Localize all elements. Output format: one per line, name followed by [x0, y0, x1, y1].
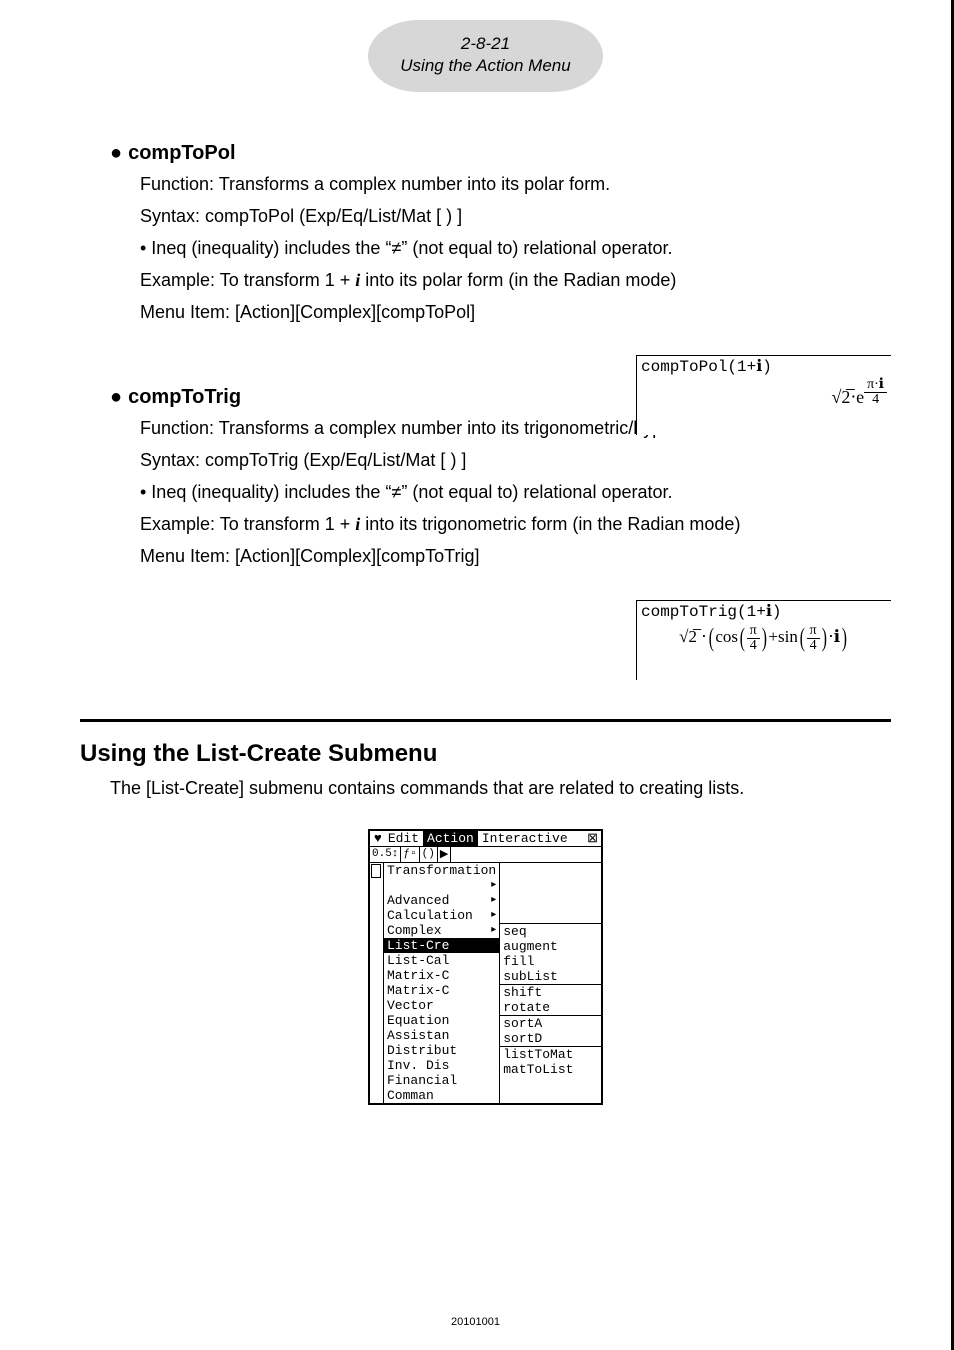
output-input-line: compToTrig(1+ℹ) — [637, 601, 891, 621]
menu-interactive[interactable]: Interactive — [478, 831, 572, 846]
menu-item[interactable]: Advanced — [384, 893, 499, 908]
submenu-item[interactable]: fill — [500, 954, 601, 969]
function-line: Function: Transforms a complex number in… — [140, 171, 891, 199]
submenu-item[interactable]: listToMat — [500, 1046, 601, 1062]
menu-item[interactable]: List-Cal — [384, 953, 499, 968]
menu-item[interactable]: Equation — [384, 1013, 499, 1028]
menu-item[interactable]: Distribut — [384, 1043, 499, 1058]
cursor-icon — [371, 864, 381, 878]
submenu-item[interactable]: matToList — [500, 1062, 601, 1077]
syntax-line: Syntax: compToTrig (Exp/Eq/List/Mat [ ) … — [140, 447, 891, 475]
menu-item[interactable]: Calculation — [384, 908, 499, 923]
output-input-line: compToPol(1+ℹ) — [637, 356, 891, 376]
menu-item[interactable]: Transformation — [384, 863, 499, 893]
example-line: Example: To transform 1 + i into its tri… — [140, 511, 891, 539]
menu-item[interactable]: Matrix-C — [384, 983, 499, 998]
section-description: The [List-Create] submenu contains comma… — [110, 778, 891, 799]
menu-item[interactable]: Comman — [384, 1088, 499, 1103]
submenu-item[interactable]: augment — [500, 939, 601, 954]
ineq-line: • Ineq (inequality) includes the “≠” (no… — [140, 479, 891, 507]
ineq-line: • Ineq (inequality) includes the “≠” (no… — [140, 235, 891, 263]
output-result-line: √2̅⋅eπ⋅ℹ4 — [637, 376, 891, 410]
menu-item[interactable]: Matrix-C — [384, 968, 499, 983]
section-divider — [80, 719, 891, 722]
list-create-submenu: seq augment fill subList shift rotate so… — [500, 863, 601, 1103]
menu-item[interactable]: Inv. Dis — [384, 1058, 499, 1073]
close-icon[interactable]: ⊠ — [584, 831, 601, 846]
menu-item[interactable]: Vector — [384, 998, 499, 1013]
toolbar-item[interactable]: ƒ▫ — [401, 847, 419, 862]
entry-compToPol: ● compToPol Function: Transforms a comple… — [80, 142, 891, 326]
menu-item[interactable]: Assistan — [384, 1028, 499, 1043]
calc-menubar: ♥ Edit Action Interactive ⊠ — [370, 831, 601, 847]
action-submenu: Transformation Advanced Calculation Comp… — [384, 863, 500, 1103]
toolbar-item[interactable]: () — [420, 847, 438, 862]
syntax-line: Syntax: compToPol (Exp/Eq/List/Mat [ ) ] — [140, 203, 891, 231]
bullet-icon: ● — [110, 142, 122, 164]
output-result-line: √2̅ ⋅(cos(π4)+sin(π4)⋅ℹ) — [637, 621, 891, 655]
menu-edit[interactable]: Edit — [384, 831, 423, 846]
submenu-item[interactable]: subList — [500, 969, 601, 984]
submenu-item[interactable]: rotate — [500, 1000, 601, 1015]
menu-item[interactable]: Complex — [384, 923, 499, 938]
menu-item-line: Menu Item: [Action][Complex][compToPol] — [140, 299, 891, 327]
calc-toolbar: 0.5↕ ƒ▫ () ▶ — [370, 847, 601, 863]
toolbar-item[interactable]: ▶ — [438, 847, 451, 862]
menu-item[interactable]: Financial — [384, 1073, 499, 1088]
submenu-item[interactable]: sortD — [500, 1031, 601, 1046]
calculator-screenshot: ♥ Edit Action Interactive ⊠ 0.5↕ ƒ▫ () ▶… — [368, 829, 603, 1105]
toolbar-item[interactable]: 0.5↕ — [370, 847, 401, 862]
entry-title: compToTrig — [128, 386, 241, 408]
submenu-item[interactable]: shift — [500, 984, 601, 1000]
page-header: 2-8-21 Using the Action Menu — [80, 20, 891, 92]
menu-item-line: Menu Item: [Action][Complex][compToTrig] — [140, 543, 891, 571]
bullet-icon: ● — [110, 386, 122, 408]
example-line: Example: To transform 1 + i into its pol… — [140, 267, 891, 295]
output-compToPol: compToPol(1+ℹ) √2̅⋅eπ⋅ℹ4 — [636, 355, 891, 435]
submenu-item[interactable]: seq — [500, 924, 601, 939]
menu-item-selected[interactable]: List-Cre — [384, 938, 499, 953]
output-compToTrig: compToTrig(1+ℹ) √2̅ ⋅(cos(π4)+sin(π4)⋅ℹ) — [636, 600, 891, 680]
submenu-item[interactable]: sortA — [500, 1015, 601, 1031]
header-section-title: Using the Action Menu — [400, 56, 570, 76]
menu-action[interactable]: Action — [423, 831, 478, 846]
footer-date: 20101001 — [0, 1316, 951, 1328]
entry-title: compToPol — [128, 142, 235, 164]
menu-down-icon[interactable]: ♥ — [370, 831, 384, 846]
page-number: 2-8-21 — [400, 34, 570, 54]
section-heading: Using the List-Create Submenu — [80, 740, 891, 768]
